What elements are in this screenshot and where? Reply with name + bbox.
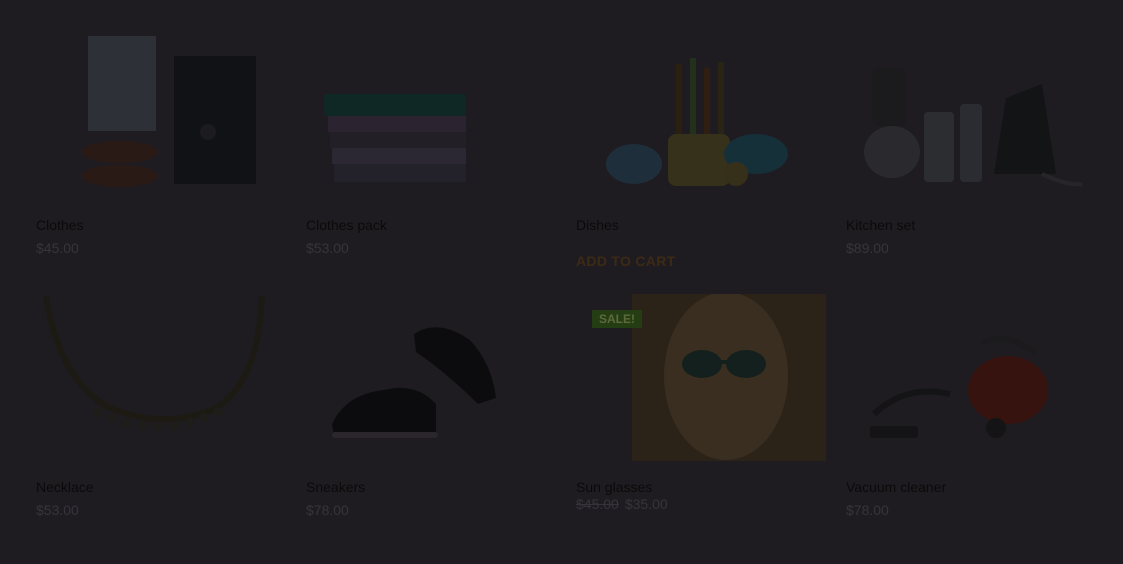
product-card-sneakers[interactable]: Sneakers $78.00 (306, 294, 556, 530)
product-title[interactable]: Dishes (576, 217, 619, 233)
product-card-clothes-pack[interactable]: Clothes pack $53.00 (306, 24, 556, 264)
product-card-sunglasses[interactable]: SALE! Sun glasses $45.00 $35.00 (576, 294, 826, 530)
vacuum-cleaner-image[interactable] (846, 294, 1096, 464)
old-price: $45.00 (576, 496, 619, 512)
product-price: $89.00 (846, 240, 889, 256)
product-card-dishes[interactable]: Dishes ADD TO CART (576, 24, 826, 274)
product-card-vacuum-cleaner[interactable]: Vacuum cleaner $78.00 (846, 294, 1096, 530)
sale-badge: SALE! (592, 310, 642, 328)
product-card-kitchen-set[interactable]: Kitchen set $89.00 (846, 24, 1096, 264)
add-to-cart-button[interactable]: ADD TO CART (576, 253, 675, 269)
clothes-image[interactable] (36, 24, 286, 194)
product-grid: Clothes $45.00 Clothes pack $53.00 Dishe… (0, 0, 1123, 564)
product-price: $45.00 $35.00 (576, 496, 668, 512)
necklace-image[interactable] (36, 294, 286, 464)
product-price: $53.00 (306, 240, 349, 256)
product-price: $78.00 (846, 502, 889, 518)
product-title[interactable]: Necklace (36, 479, 94, 495)
sale-price: $35.00 (624, 496, 668, 512)
product-price: $53.00 (36, 502, 79, 518)
product-title[interactable]: Vacuum cleaner (846, 479, 946, 495)
product-price: $45.00 (36, 240, 79, 256)
product-card-necklace[interactable]: Necklace $53.00 (36, 294, 286, 530)
kitchen-set-image[interactable] (846, 24, 1096, 194)
product-title[interactable]: Kitchen set (846, 217, 915, 233)
product-card-clothes[interactable]: Clothes $45.00 (36, 24, 286, 264)
product-price: $78.00 (306, 502, 349, 518)
product-title[interactable]: Sun glasses (576, 479, 652, 495)
product-title[interactable]: Clothes pack (306, 217, 387, 233)
product-title[interactable]: Clothes (36, 217, 83, 233)
dishes-image[interactable] (576, 24, 826, 194)
sneakers-image[interactable] (306, 294, 556, 464)
product-title[interactable]: Sneakers (306, 479, 365, 495)
clothes-pack-image[interactable] (306, 24, 556, 194)
